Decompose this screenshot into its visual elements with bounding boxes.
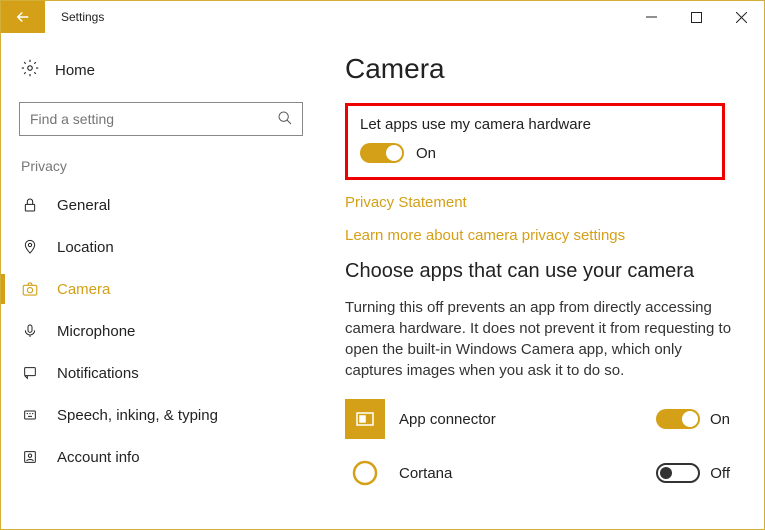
choose-apps-heading: Choose apps that can use your camera (345, 260, 736, 283)
camera-icon (21, 280, 39, 298)
location-icon (21, 238, 39, 256)
notifications-icon (21, 364, 39, 382)
section-label: Privacy (1, 158, 321, 184)
sidebar-item-label: Camera (57, 281, 110, 298)
sidebar: Home Privacy General Location Camera Mic… (1, 33, 321, 529)
account-icon (21, 448, 39, 466)
app-name: Cortana (399, 465, 642, 482)
sidebar-item-label: Location (57, 239, 114, 256)
window-title: Settings (61, 10, 104, 24)
learn-more-link[interactable]: Learn more about camera privacy settings (345, 227, 736, 244)
sidebar-item-label: Speech, inking, & typing (57, 407, 218, 424)
sidebar-item-location[interactable]: Location (1, 226, 321, 268)
lock-icon (21, 196, 39, 214)
app-connector-toggle[interactable] (656, 409, 700, 429)
search-input[interactable] (19, 102, 303, 136)
sidebar-item-label: Notifications (57, 365, 139, 382)
cortana-state: Off (710, 465, 730, 482)
choose-apps-description: Turning this off prevents an app from di… (345, 297, 735, 381)
back-button[interactable] (1, 1, 45, 33)
cortana-icon (345, 453, 385, 493)
cortana-toggle[interactable] (656, 463, 700, 483)
sidebar-item-camera[interactable]: Camera (1, 268, 321, 310)
sidebar-item-label: Microphone (57, 323, 135, 340)
privacy-statement-link[interactable]: Privacy Statement (345, 194, 736, 211)
allow-apps-label: Let apps use my camera hardware (360, 116, 710, 133)
sidebar-item-speech[interactable]: Speech, inking, & typing (1, 394, 321, 436)
app-name: App connector (399, 411, 642, 428)
allow-apps-toggle[interactable] (360, 143, 404, 163)
sidebar-item-microphone[interactable]: Microphone (1, 310, 321, 352)
highlight-box: Let apps use my camera hardware On (345, 103, 725, 180)
main-panel: Camera Let apps use my camera hardware O… (321, 33, 764, 529)
home-label: Home (55, 62, 95, 79)
minimize-button[interactable] (629, 1, 674, 33)
app-row: App connector On (345, 399, 736, 439)
sidebar-item-notifications[interactable]: Notifications (1, 352, 321, 394)
arrow-left-icon (14, 8, 32, 26)
app-connector-icon (345, 399, 385, 439)
sidebar-item-label: General (57, 197, 110, 214)
microphone-icon (21, 322, 39, 340)
speech-icon (21, 406, 39, 424)
page-title: Camera (345, 53, 736, 85)
app-row: Cortana Off (345, 453, 736, 493)
close-button[interactable] (719, 1, 764, 33)
search-icon (277, 110, 293, 131)
maximize-button[interactable] (674, 1, 719, 33)
sidebar-item-label: Account info (57, 449, 140, 466)
sidebar-item-general[interactable]: General (1, 184, 321, 226)
app-connector-state: On (710, 411, 730, 428)
allow-apps-state: On (416, 145, 436, 162)
sidebar-item-account[interactable]: Account info (1, 436, 321, 478)
gear-icon (21, 59, 39, 82)
home-nav[interactable]: Home (1, 51, 321, 90)
